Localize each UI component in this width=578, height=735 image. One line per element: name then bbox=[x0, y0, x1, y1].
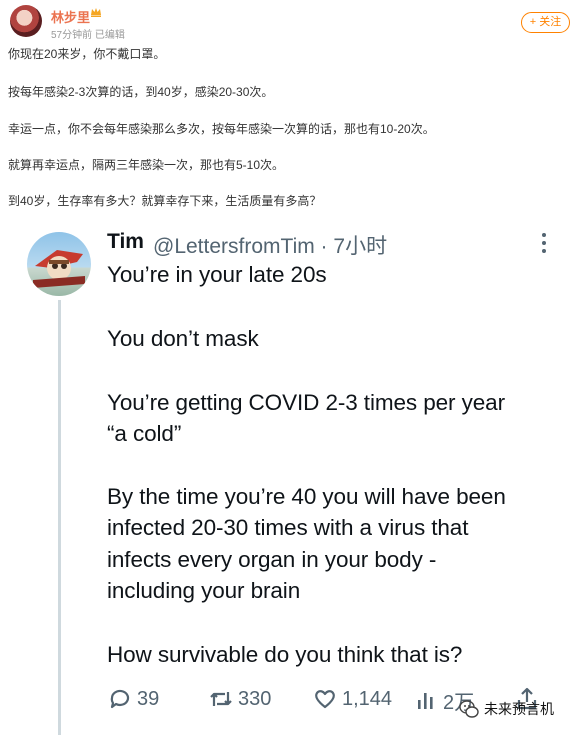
tweet-avatar[interactable] bbox=[27, 232, 91, 296]
retweet-button[interactable]: 330 bbox=[208, 686, 271, 712]
weibo-author-name[interactable]: 林步里 bbox=[51, 7, 90, 26]
weibo-timestamp: 57分钟前 已编辑 bbox=[51, 30, 125, 41]
watermark: 未来预言机 bbox=[458, 698, 554, 720]
tweet-text-line: infects every organ in your body - bbox=[107, 547, 437, 572]
more-icon[interactable] bbox=[541, 232, 547, 254]
weibo-text-line: 幸运一点，你不会每年感染那么多次，按每年感染一次算的话，那也有10-20次。 bbox=[8, 122, 435, 136]
wechat-icon bbox=[459, 700, 479, 718]
weibo-text-line: 就算再幸运点，隔两三年感染一次，那也有5-10次。 bbox=[8, 158, 285, 172]
tweet-handle-time[interactable]: @LettersfromTim · 7小时 bbox=[153, 230, 387, 260]
crown-icon bbox=[91, 8, 101, 17]
reply-icon bbox=[110, 689, 130, 709]
tweet-text-line: You’re in your late 20s bbox=[107, 262, 327, 287]
like-button[interactable]: 1,144 bbox=[312, 686, 392, 712]
like-icon bbox=[315, 690, 335, 709]
tweet-text-line: You’re getting COVID 2-3 times per year bbox=[107, 390, 505, 415]
tweet-text-line: By the time you’re 40 you will have been bbox=[107, 484, 506, 509]
tweet-author-name[interactable]: Tim bbox=[107, 230, 144, 254]
tweet-text-line: including your brain bbox=[107, 578, 301, 603]
avatar-illustration bbox=[33, 250, 85, 288]
follow-button[interactable]: + 关注 bbox=[521, 12, 570, 33]
retweet-icon bbox=[210, 692, 232, 706]
tweet-text-line: How survivable do you think that is? bbox=[107, 642, 463, 667]
thread-line bbox=[58, 300, 61, 735]
watermark-text: 未来预言机 bbox=[484, 701, 554, 717]
like-count: 1,144 bbox=[342, 687, 393, 710]
views-icon bbox=[418, 692, 433, 709]
reply-count: 39 bbox=[137, 687, 160, 710]
weibo-text-line: 到40岁，生存率有多大？就算幸存下来，生活质量有多高？ bbox=[8, 194, 322, 208]
tweet-text-line: “a cold” bbox=[107, 421, 182, 446]
tweet-text-line: infected 20-30 times with a virus that bbox=[107, 515, 469, 540]
tweet-text-line: You don’t mask bbox=[107, 326, 259, 351]
weibo-header: 林步里 57分钟前 已编辑 + 关注 bbox=[0, 0, 578, 44]
reply-button[interactable]: 39 bbox=[107, 686, 159, 712]
retweet-count: 330 bbox=[238, 687, 272, 710]
weibo-text-line: 你现在20来岁，你不戴口罩。 bbox=[8, 47, 166, 61]
weibo-text-line: 按每年感染2-3次算的话，到40岁，感染20-30次。 bbox=[8, 85, 274, 99]
weibo-avatar[interactable] bbox=[10, 5, 42, 37]
